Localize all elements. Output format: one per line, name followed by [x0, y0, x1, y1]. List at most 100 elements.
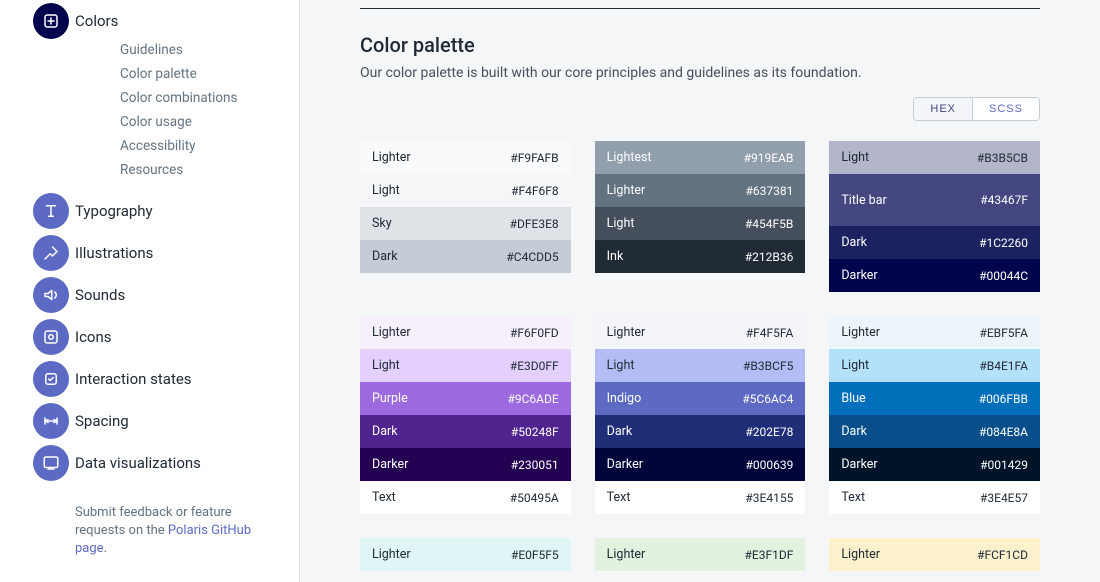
sidebar-item-spacing[interactable]: Spacing [75, 400, 279, 442]
swatch-value: #1C2260 [979, 236, 1028, 250]
color-group: Lighter#F4F5FALight#B3BCF5 Indigo #5C6AC4 D… [595, 316, 806, 514]
sidebar-item-colors[interactable]: Colors [75, 0, 279, 42]
sidebar-item-illustrations[interactable]: Illustrations [75, 232, 279, 274]
color-swatch[interactable]: Text#3E4E57 [829, 481, 1040, 514]
sidebar-item-label: Typography [75, 202, 153, 220]
sidebar-item-typography[interactable]: Typography [75, 190, 279, 232]
swatch-value: #EBF5FA [979, 326, 1028, 340]
swatch-name: Lighter [607, 183, 646, 198]
sidebar-subitem[interactable]: Accessibility [120, 134, 279, 158]
color-swatch[interactable]: Purple #9C6ADE [360, 382, 571, 415]
color-swatch[interactable]: Darker#230051 [360, 448, 571, 481]
sidebar-footer: Submit feedback or feature requests on t… [75, 504, 279, 559]
swatch-value: #5C6AC4 [742, 392, 793, 406]
toggle-hex-button[interactable]: HEX [914, 98, 972, 120]
swatch-name: Lighter [607, 547, 646, 562]
swatch-name: Darker [841, 268, 877, 283]
color-swatch[interactable]: Text#50495A [360, 481, 571, 514]
swatch-value: #9C6ADE [507, 392, 558, 406]
color-swatch[interactable]: Ink#212B36 [595, 240, 806, 273]
color-swatch[interactable]: Lighter #E3F1DF [595, 538, 806, 571]
swatch-value: #3E4155 [745, 491, 793, 505]
swatch-value: #637381 [745, 184, 793, 198]
sidebar-subitem[interactable]: Color combinations [120, 86, 279, 110]
color-swatch[interactable]: Dark#202E78 [595, 415, 806, 448]
sidebar-item-sounds[interactable]: Sounds [75, 274, 279, 316]
color-swatch[interactable]: Light#B3BCF5 [595, 349, 806, 382]
swatch-value: #FCF1CD [977, 548, 1028, 562]
color-swatch[interactable]: Lighter#E0F5F5 [360, 538, 571, 571]
swatch-value: #001429 [980, 458, 1028, 472]
color-swatch[interactable]: Title bar#43467F [829, 174, 1040, 226]
swatch-value: #C4CDD5 [506, 250, 558, 264]
sidebar: ColorsGuidelinesColor paletteColor combi… [0, 0, 300, 582]
swatch-name: Darker [841, 457, 877, 472]
color-swatch[interactable]: Darker#00044C [829, 259, 1040, 292]
swatch-name: Purple [372, 391, 408, 406]
swatch-value: #DFE3E8 [510, 217, 559, 231]
swatch-value: #50248F [511, 425, 559, 439]
color-swatch[interactable]: Dark#084E8A [829, 415, 1040, 448]
sidebar-subitem[interactable]: Color usage [120, 110, 279, 134]
swatch-name: Text [841, 490, 865, 505]
color-group: Lighter#F6F0FDLight#E3D0FF Purple #9C6ADE D… [360, 316, 571, 514]
typography-icon [33, 193, 69, 229]
color-swatch[interactable]: Sky #DFE3E8 [360, 207, 571, 240]
color-swatch[interactable]: Lighter#EBF5FA [829, 316, 1040, 349]
color-group: Lightest#919EAB Lighter #637381 Light#454F5… [595, 141, 806, 292]
color-swatch[interactable]: Dark#50248F [360, 415, 571, 448]
sidebar-item-label: Sounds [75, 286, 125, 304]
swatch-name: Dark [372, 249, 398, 264]
swatch-value: #F9FAFB [510, 151, 558, 165]
color-swatch[interactable]: Dark#1C2260 [829, 226, 1040, 259]
color-swatch[interactable]: Lighter#F6F0FD [360, 316, 571, 349]
swatch-name: Sky [372, 216, 392, 231]
swatch-name: Blue [841, 391, 865, 406]
color-swatch[interactable]: Light#454F5B [595, 207, 806, 240]
sidebar-item-interaction[interactable]: Interaction states [75, 358, 279, 400]
color-swatch[interactable]: Light#E3D0FF [360, 349, 571, 382]
swatch-name: Light [607, 216, 635, 231]
format-toggle: HEX SCSS [360, 97, 1040, 121]
section-rule [360, 8, 1040, 9]
swatch-name: Darker [372, 457, 408, 472]
sidebar-subnav: GuidelinesColor paletteColor combination… [120, 38, 279, 182]
swatch-name: Ink [607, 249, 624, 264]
color-swatch[interactable]: Light#F4F6F8 [360, 174, 571, 207]
color-swatch[interactable]: Lighter #F9FAFB [360, 141, 571, 174]
page-description: Our color palette is built with our core… [360, 65, 1040, 81]
swatch-name: Indigo [607, 391, 642, 406]
color-swatch[interactable]: Darker #001429 [829, 448, 1040, 481]
sidebar-item-label: Data visualizations [75, 454, 201, 472]
swatch-name: Light [607, 358, 635, 373]
color-swatch[interactable]: Lighter #637381 [595, 174, 806, 207]
sidebar-subitem[interactable]: Resources [120, 158, 279, 182]
sidebar-item-icons[interactable]: Icons [75, 316, 279, 358]
swatch-name: Text [607, 490, 631, 505]
color-swatch[interactable]: Lighter#F4F5FA [595, 316, 806, 349]
swatch-value: #E3F1DF [744, 548, 793, 562]
swatch-name: Lighter [372, 325, 411, 340]
swatch-name: Lighter [607, 325, 646, 340]
swatch-value: #000639 [745, 458, 793, 472]
sidebar-item-label: Illustrations [75, 244, 153, 262]
color-swatch[interactable]: Lightest#919EAB [595, 141, 806, 174]
swatch-name: Lighter [372, 150, 411, 165]
color-swatch[interactable]: Lighter #FCF1CD [829, 538, 1040, 571]
color-swatch[interactable]: Indigo #5C6AC4 [595, 382, 806, 415]
sidebar-item-dataviz[interactable]: Data visualizations [75, 442, 279, 484]
color-swatch[interactable]: Light#B3B5CB [829, 141, 1040, 174]
color-swatch[interactable]: Text #3E4155 [595, 481, 806, 514]
swatch-name: Lighter [841, 547, 880, 562]
swatch-name: Light [841, 150, 869, 165]
toggle-scss-button[interactable]: SCSS [972, 98, 1039, 120]
color-swatch[interactable]: Blue#006FBB [829, 382, 1040, 415]
color-swatch[interactable]: Darker#000639 [595, 448, 806, 481]
color-group: Lighter #E3F1DF [595, 538, 806, 571]
swatch-value: #919EAB [744, 151, 794, 165]
color-swatch[interactable]: Light#B4E1FA [829, 349, 1040, 382]
sidebar-subitem[interactable]: Color palette [120, 62, 279, 86]
dataviz-icon [33, 445, 69, 481]
swatch-value: #084E8A [979, 425, 1028, 439]
color-swatch[interactable]: Dark #C4CDD5 [360, 240, 571, 273]
